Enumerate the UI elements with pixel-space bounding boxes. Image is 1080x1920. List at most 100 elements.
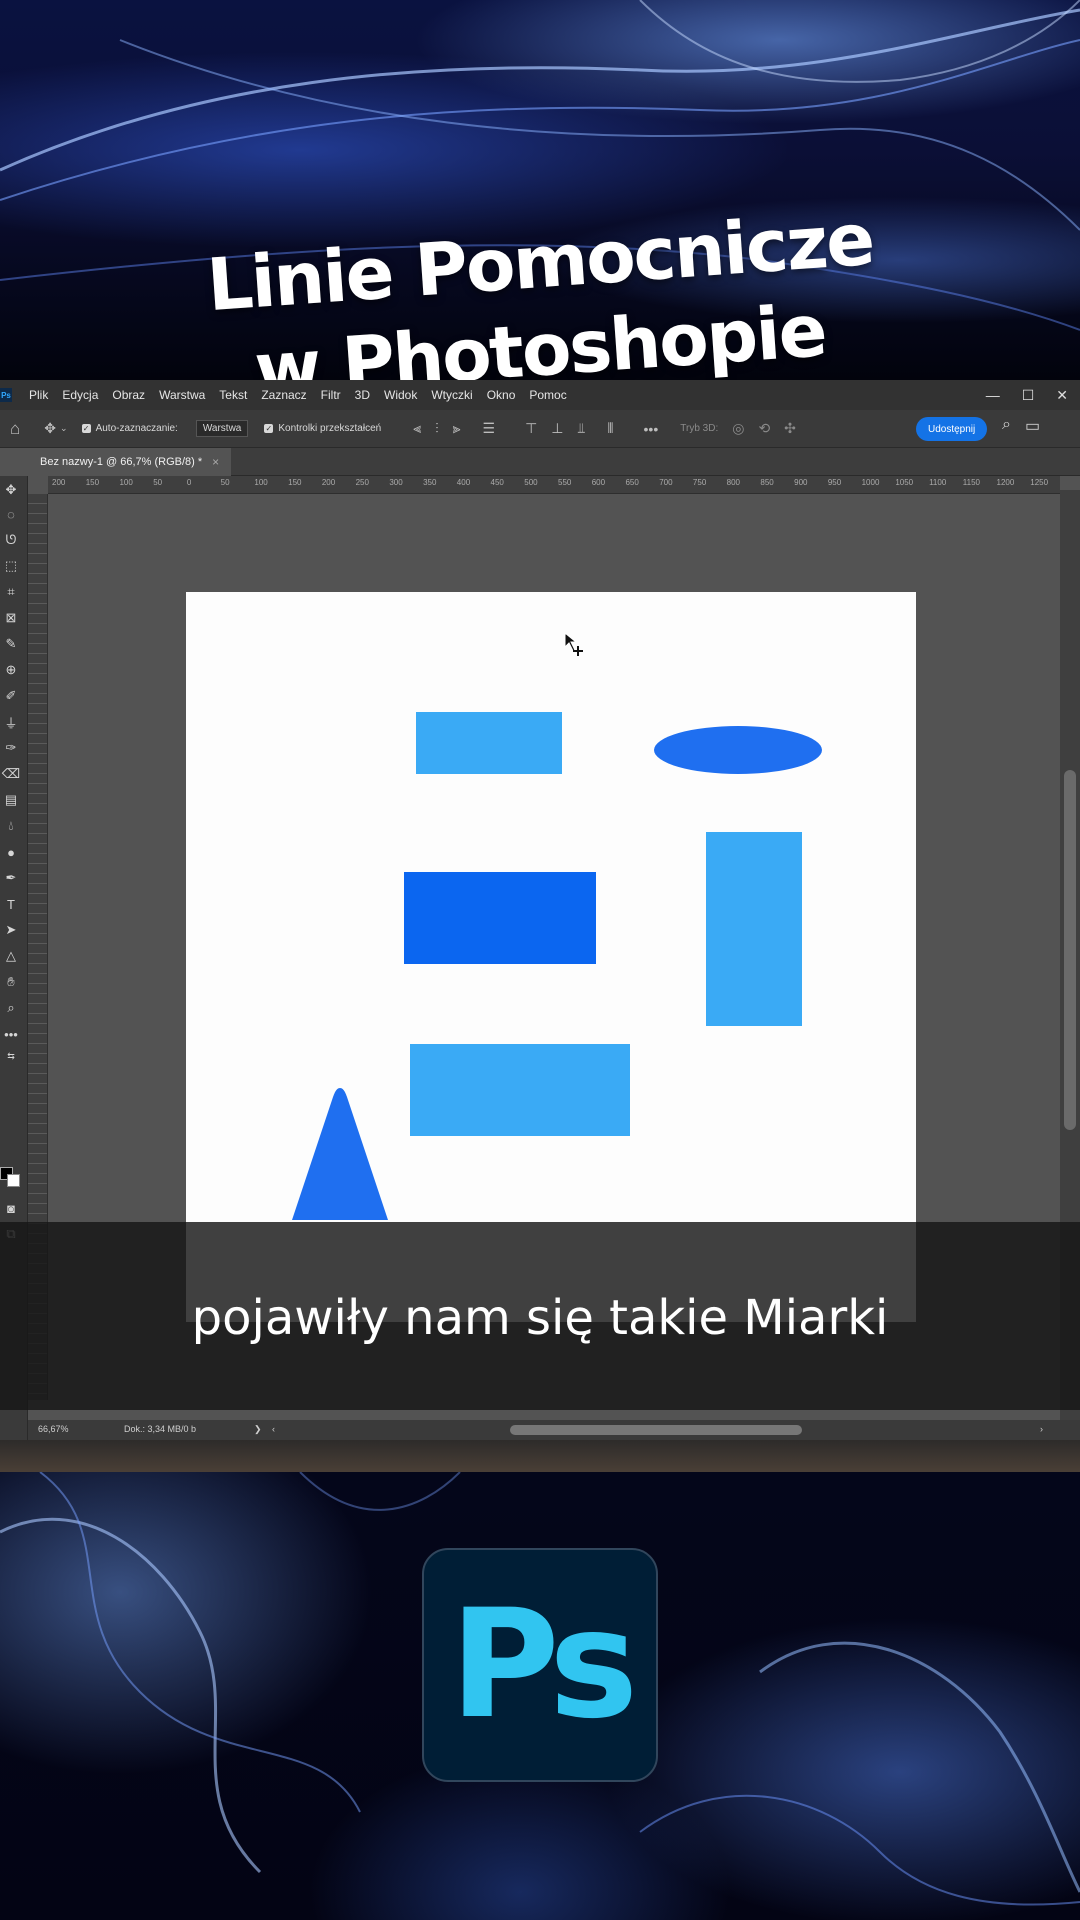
auto-select-dropdown[interactable]: Warstwa (195, 420, 249, 437)
zoom-tool-icon[interactable]: ⌕ (0, 998, 22, 1018)
marquee-tool-icon[interactable]: ◌ (0, 504, 22, 524)
ruler-tick-label: 1250 (1030, 478, 1049, 487)
menu-pomoc[interactable]: Pomoc (522, 388, 573, 402)
shape-tool-icon[interactable]: △ (0, 946, 22, 966)
align-top-icon[interactable]: ⊤ (525, 420, 537, 437)
crop-tool-icon[interactable]: ⌗ (0, 582, 22, 602)
hand-tool-icon[interactable]: ✋︎ (0, 972, 22, 992)
ruler-tick-label: 450 (490, 478, 504, 487)
document-size: Dok.: 3,34 MB/0 b (124, 1424, 197, 1434)
maximize-icon[interactable]: ☐ (1022, 387, 1035, 404)
quick-mask-icon[interactable]: ◙ (0, 1198, 22, 1218)
share-button[interactable]: Udostępnij (916, 417, 988, 441)
ruler-tick-label: 100 (119, 478, 133, 487)
ruler-tick-label: 0 (186, 478, 192, 487)
menu-edycja[interactable]: Edycja (55, 388, 105, 402)
chevron-down-icon[interactable]: ⌄ (60, 423, 68, 434)
menu-widok[interactable]: Widok (377, 388, 424, 402)
transform-controls-checkbox[interactable]: ✓ (264, 424, 274, 433)
transform-controls-label: Kontrolki przekształceń (278, 423, 382, 434)
distribute-icon[interactable]: ☰ (483, 420, 496, 437)
zoom-level[interactable]: 66,67% (38, 1424, 69, 1434)
scroll-right-icon[interactable]: › (1040, 1424, 1043, 1434)
path-select-tool-icon[interactable]: ➤ (0, 920, 22, 940)
blue-triangle[interactable] (288, 1082, 392, 1226)
ruler-tick-label: 650 (625, 478, 639, 487)
menu-okno[interactable]: Okno (480, 388, 523, 402)
document-canvas[interactable] (186, 592, 916, 1322)
menu-3d[interactable]: 3D (348, 388, 377, 402)
ruler-tick-label: 400 (456, 478, 471, 487)
more-options-icon[interactable]: ••• (644, 421, 659, 437)
document-tab[interactable]: Bez nazwy-1 @ 66,7% (RGB/8) * × (28, 448, 232, 476)
align-left-icon[interactable]: ⫷ (413, 420, 421, 437)
menu-obraz[interactable]: Obraz (105, 388, 152, 402)
ruler-tick-label: 1050 (895, 478, 914, 487)
align-bottom-icon[interactable]: ⫫ (577, 420, 585, 437)
light-blue-rectangle-top[interactable] (416, 712, 562, 774)
healing-brush-tool-icon[interactable]: ⊕ (0, 660, 22, 680)
distribute-vertical-icon[interactable]: ⦀ (607, 420, 613, 437)
move-tool-icon[interactable]: ✥ (44, 420, 56, 437)
type-tool-icon[interactable]: T (0, 894, 22, 914)
align-right-icon[interactable]: ⫸ (453, 420, 461, 437)
ruler-tick-label: 100 (254, 478, 268, 487)
pen-tool-icon[interactable]: ✒ (0, 868, 22, 888)
ruler-tick-label: 750 (692, 478, 707, 487)
ruler-tick-label: 350 (423, 478, 437, 487)
minimize-icon[interactable]: — (986, 387, 1000, 403)
search-icon[interactable]: ⌕ (1002, 416, 1011, 436)
eyedropper-tool-icon[interactable]: ✎ (0, 634, 22, 654)
horizontal-scrollbar[interactable] (510, 1425, 802, 1435)
move-tool-icon[interactable]: ✥ (0, 480, 22, 500)
auto-select-checkbox[interactable]: ✓ (81, 424, 91, 433)
mode-3d-label: Tryb 3D: (680, 423, 719, 434)
roll-3d-icon[interactable]: ⟲ (758, 420, 770, 437)
swap-colors-icon[interactable]: ⇆ (0, 1046, 22, 1066)
stamp-tool-icon[interactable]: ⏚ (0, 712, 22, 732)
light-blue-rectangle-bottom[interactable] (410, 1044, 630, 1136)
history-brush-tool-icon[interactable]: ✑ (0, 738, 22, 758)
ruler-tick-label: 1000 (861, 478, 880, 487)
menu-zaznacz[interactable]: Zaznacz (254, 388, 313, 402)
options-bar: ⌂ ✥ ⌄ ✓ Auto-zaznaczanie: Warstwa ✓ Kont… (0, 410, 1080, 448)
menu-plik[interactable]: Plik (22, 388, 55, 402)
ps-app-icon[interactable]: Ps (0, 388, 12, 402)
light-blue-vertical-rectangle[interactable] (706, 832, 802, 1026)
blue-ellipse[interactable] (654, 726, 822, 774)
auto-select-label: Auto-zaznaczanie: (95, 423, 178, 434)
horizontal-ruler[interactable]: 200 150 100 50 0 50 100 150 200 250 300 350 400 450 50… (48, 476, 1060, 494)
frame-tool-icon[interactable]: ⊠ (0, 608, 22, 628)
ruler-tick-label: 200 (52, 478, 66, 487)
orbit-3d-icon[interactable]: ◎ (732, 420, 744, 437)
workspace-icon[interactable]: ▭ (1025, 416, 1040, 436)
dodge-tool-icon[interactable]: ● (0, 842, 22, 862)
menu-tekst[interactable]: Tekst (212, 388, 254, 402)
drag-3d-icon[interactable]: ✣ (784, 420, 796, 437)
align-center-icon[interactable]: ⫶ (435, 420, 439, 437)
blur-tool-icon[interactable]: 💧︎ (0, 816, 22, 836)
close-icon[interactable]: ✕ (1056, 387, 1068, 404)
ruler-tick-label: 950 (827, 478, 842, 487)
ruler-tick-label: 500 (524, 478, 538, 487)
menu-filtr[interactable]: Filtr (314, 388, 348, 402)
object-select-tool-icon[interactable]: ⬚ (0, 556, 22, 576)
brush-tool-icon[interactable]: ✐ (0, 686, 22, 706)
vertical-scroll-thumb[interactable] (1064, 770, 1076, 1130)
gradient-tool-icon[interactable]: ▤ (0, 790, 22, 810)
scroll-left-icon[interactable]: ‹ (272, 1424, 275, 1434)
background-color-swatch[interactable] (7, 1174, 20, 1187)
status-menu-icon[interactable]: ❯ (254, 1424, 262, 1435)
lasso-tool-icon[interactable]: ᘎ (0, 530, 22, 550)
edit-toolbar-icon[interactable]: ••• (0, 1024, 22, 1044)
menu-warstwa[interactable]: Warstwa (152, 388, 212, 402)
menu-wtyczki[interactable]: Wtyczki (424, 388, 479, 402)
home-icon[interactable]: ⌂ (10, 419, 20, 439)
close-tab-icon[interactable]: × (212, 455, 219, 469)
eraser-tool-icon[interactable]: ⌫ (0, 764, 22, 784)
menu-bar: Ps Plik Edycja Obraz Warstwa Tekst Zazna… (0, 380, 1080, 410)
dark-blue-rectangle[interactable] (404, 872, 596, 964)
status-bar: 66,67% Dok.: 3,34 MB/0 b ❯ ‹ › (28, 1420, 1080, 1440)
ruler-tick-label: 1150 (962, 478, 980, 487)
align-middle-icon[interactable]: ⊥ (551, 420, 563, 437)
